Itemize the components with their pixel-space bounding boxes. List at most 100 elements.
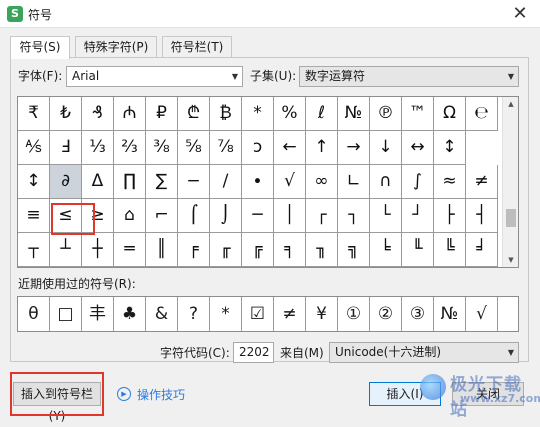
- symbol-cell[interactable]: ≠: [466, 165, 498, 199]
- recent-symbol-cell[interactable]: √: [466, 297, 498, 331]
- symbol-cell[interactable]: ℓ: [306, 97, 338, 131]
- symbol-cell[interactable]: ₼: [114, 97, 146, 131]
- from-select[interactable]: Unicode(十六进制) ▼: [329, 342, 519, 363]
- tab-symbol-bar[interactable]: 符号栏(T): [162, 36, 232, 58]
- symbol-cell[interactable]: ╔: [242, 233, 274, 267]
- symbol-cell[interactable]: √: [274, 165, 306, 199]
- symbol-cell[interactable]: ⌠: [178, 199, 210, 233]
- symbol-cell[interactable]: №: [338, 97, 370, 131]
- symbol-cell[interactable]: ╒: [178, 233, 210, 267]
- symbol-cell[interactable]: Ⅎ: [50, 131, 82, 165]
- recent-symbol-cell[interactable]: &: [146, 297, 178, 331]
- symbol-cell[interactable]: ⅍: [18, 131, 50, 165]
- symbol-cell[interactable]: ∫: [402, 165, 434, 199]
- symbol-cell[interactable]: ⅞: [210, 131, 242, 165]
- symbol-cell[interactable]: ⌂: [114, 199, 146, 233]
- tips-link[interactable]: 操作技巧: [137, 386, 185, 403]
- symbol-cell[interactable]: ─: [242, 199, 274, 233]
- tab-special-chars[interactable]: 特殊字符(P): [75, 36, 157, 58]
- symbol-cell[interactable]: ∏: [114, 165, 146, 199]
- symbol-cell[interactable]: ←: [274, 131, 306, 165]
- symbol-cell[interactable]: *: [242, 97, 274, 131]
- recent-symbol-cell[interactable]: ?: [178, 297, 210, 331]
- symbol-cell[interactable]: ⌐: [146, 199, 178, 233]
- symbol-cell[interactable]: ╗: [338, 233, 370, 267]
- scroll-up-icon[interactable]: ▲: [503, 97, 518, 111]
- symbol-cell[interactable]: ┐: [338, 199, 370, 233]
- symbol-cell[interactable]: Δ: [82, 165, 114, 199]
- recent-symbol-cell[interactable]: 丰: [82, 297, 114, 331]
- symbol-cell[interactable]: ⅝: [178, 131, 210, 165]
- symbol-cell[interactable]: ₺: [50, 97, 82, 131]
- symbol-cell[interactable]: ╖: [306, 233, 338, 267]
- symbol-cell[interactable]: ╙: [402, 233, 434, 267]
- recent-symbol-cell[interactable]: □: [50, 297, 82, 331]
- symbol-cell[interactable]: ↓: [370, 131, 402, 165]
- symbol-cell[interactable]: ⌡: [210, 199, 242, 233]
- symbol-cell[interactable]: └: [370, 199, 402, 233]
- symbol-cell[interactable]: ∂: [50, 165, 82, 199]
- recent-symbol-cell[interactable]: ≠: [274, 297, 306, 331]
- symbol-cell[interactable]: ℮: [466, 97, 498, 131]
- symbol-cell[interactable]: ⅓: [82, 131, 114, 165]
- symbol-cell[interactable]: ₽: [146, 97, 178, 131]
- symbol-cell[interactable]: │: [274, 199, 306, 233]
- symbol-cell[interactable]: ∑: [146, 165, 178, 199]
- symbol-cell[interactable]: ™: [402, 97, 434, 131]
- symbol-cell[interactable]: ╘: [370, 233, 402, 267]
- symbol-cell[interactable]: ∕: [210, 165, 242, 199]
- scrollbar-thumb[interactable]: [506, 209, 516, 227]
- symbol-cell[interactable]: ╓: [210, 233, 242, 267]
- symbol-cell[interactable]: ≈: [434, 165, 466, 199]
- symbol-cell[interactable]: ∩: [370, 165, 402, 199]
- scroll-down-icon[interactable]: ▼: [503, 253, 518, 267]
- symbol-cell[interactable]: ┬: [18, 233, 50, 267]
- symbol-cell[interactable]: ┌: [306, 199, 338, 233]
- symbol-cell[interactable]: ┤: [466, 199, 498, 233]
- recent-symbol-cell[interactable]: ☑: [242, 297, 274, 331]
- symbol-cell[interactable]: %: [274, 97, 306, 131]
- symbol-cell[interactable]: ℗: [370, 97, 402, 131]
- symbol-cell[interactable]: ∙: [242, 165, 274, 199]
- play-circle-icon[interactable]: ▶: [117, 387, 131, 401]
- symbol-cell[interactable]: ┴: [50, 233, 82, 267]
- grid-scrollbar[interactable]: ▲ ▼: [502, 97, 518, 267]
- recent-symbol-cell[interactable]: ¥: [306, 297, 338, 331]
- symbol-cell[interactable]: ↕: [18, 165, 50, 199]
- subset-select[interactable]: 数字运算符 ▼: [299, 66, 519, 87]
- char-code-input[interactable]: 2202: [233, 342, 274, 363]
- symbol-cell[interactable]: ║: [146, 233, 178, 267]
- symbol-cell[interactable]: ╛: [466, 233, 498, 267]
- symbol-cell[interactable]: ∞: [306, 165, 338, 199]
- recent-symbol-cell[interactable]: ♣: [114, 297, 146, 331]
- recent-symbol-cell[interactable]: ③: [402, 297, 434, 331]
- symbol-cell[interactable]: ↑: [306, 131, 338, 165]
- recent-symbol-cell[interactable]: θ: [18, 297, 50, 331]
- symbol-cell[interactable]: ╕: [274, 233, 306, 267]
- tab-symbols[interactable]: 符号(S): [10, 36, 70, 59]
- symbol-cell[interactable]: →: [338, 131, 370, 165]
- symbol-cell[interactable]: ≡: [18, 199, 50, 233]
- font-select[interactable]: Arial ▼: [66, 66, 243, 87]
- symbol-cell[interactable]: Ω: [434, 97, 466, 131]
- symbol-cell[interactable]: ⅔: [114, 131, 146, 165]
- symbol-cell[interactable]: ├: [434, 199, 466, 233]
- symbol-cell[interactable]: ₰: [82, 97, 114, 131]
- recent-symbol-cell[interactable]: ②: [370, 297, 402, 331]
- recent-symbol-cell[interactable]: №: [434, 297, 466, 331]
- symbol-cell[interactable]: ₿: [210, 97, 242, 131]
- close-icon[interactable]: ✕: [508, 2, 532, 26]
- symbol-cell[interactable]: ⅜: [146, 131, 178, 165]
- recent-symbol-cell[interactable]: ①: [338, 297, 370, 331]
- symbol-cell[interactable]: ∟: [338, 165, 370, 199]
- symbol-cell[interactable]: ↄ: [242, 131, 274, 165]
- symbol-cell[interactable]: ═: [114, 233, 146, 267]
- symbol-cell[interactable]: ↔: [402, 131, 434, 165]
- symbol-cell[interactable]: −: [178, 165, 210, 199]
- symbol-cell[interactable]: ┼: [82, 233, 114, 267]
- symbol-cell[interactable]: ╚: [434, 233, 466, 267]
- symbol-cell[interactable]: ₹: [18, 97, 50, 131]
- symbol-cell[interactable]: ↕: [434, 131, 466, 165]
- recent-symbol-cell[interactable]: *: [210, 297, 242, 331]
- symbol-cell[interactable]: ┘: [402, 199, 434, 233]
